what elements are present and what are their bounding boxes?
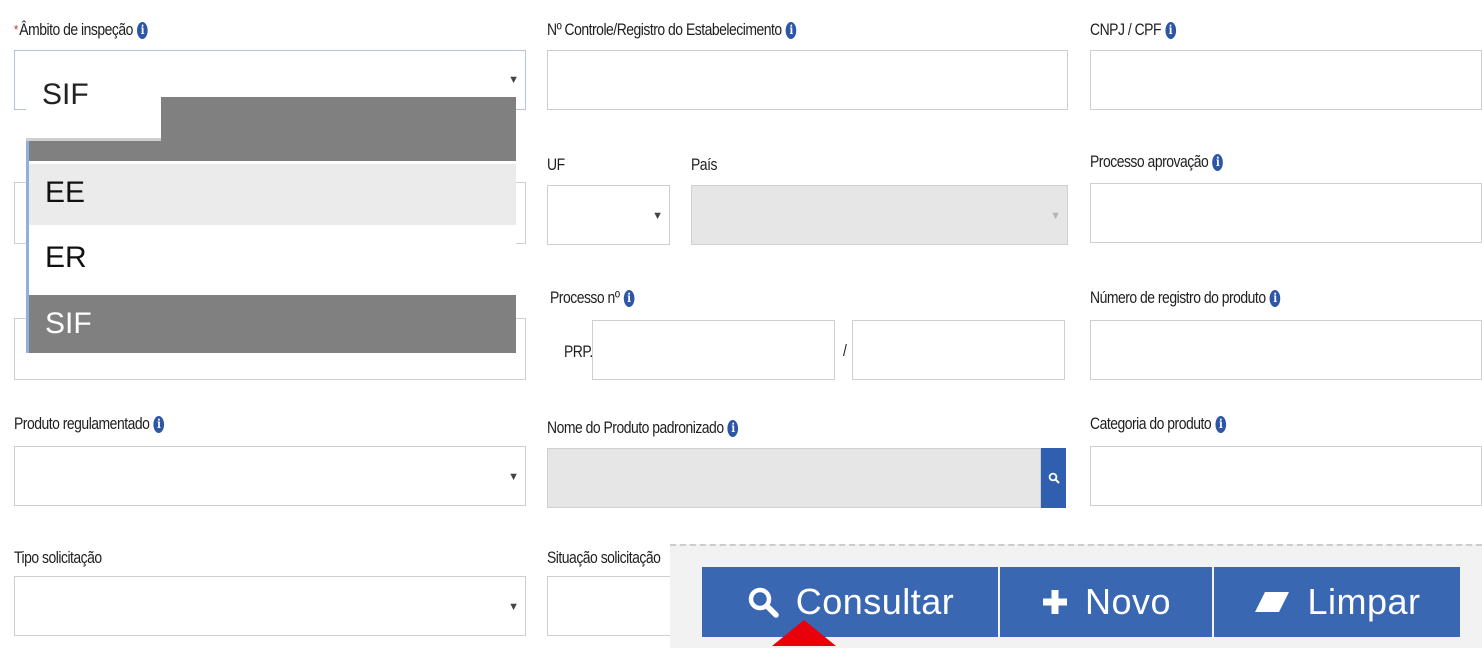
- controle-input[interactable]: [547, 50, 1068, 110]
- numero-registro-input[interactable]: [1090, 320, 1482, 380]
- eraser-icon: [1253, 590, 1291, 614]
- processo-aprovacao-label: Processo aprovação i: [1090, 152, 1223, 172]
- info-circle-icon[interactable]: i: [623, 290, 635, 308]
- novo-label: Novo: [1084, 581, 1172, 622]
- dropdown-option-ee-text: EE: [45, 176, 86, 209]
- pais-select[interactable]: ▼: [691, 185, 1068, 245]
- ambito-label-text: Âmbito de inspeção: [19, 20, 133, 39]
- info-circle-icon[interactable]: i: [1215, 416, 1226, 434]
- processo-year-input[interactable]: [852, 320, 1065, 380]
- tipo-solicitacao-label-text: Tipo solicitação: [14, 548, 102, 567]
- nome-produto-input[interactable]: [547, 448, 1041, 508]
- numero-registro-label-text: Número de registro do produto: [1090, 288, 1266, 307]
- processo-number-input[interactable]: [592, 320, 835, 380]
- consultar-label: Consultar: [795, 581, 955, 622]
- nome-produto-label-text: Nome do Produto padronizado: [547, 418, 724, 437]
- situacao-solicitacao-label-text: Situação solicitação: [547, 548, 661, 567]
- numero-registro-label: Número de registro do produto i: [1090, 288, 1281, 308]
- required-marker: *: [14, 22, 18, 37]
- novo-button[interactable]: Novo: [1000, 567, 1212, 637]
- dropdown-option-ee[interactable]: EE: [29, 164, 516, 225]
- uf-select[interactable]: ▼: [547, 185, 670, 245]
- cnpj-label: CNPJ / CPF i: [1090, 20, 1176, 40]
- nome-produto-label: Nome do Produto padronizado i: [547, 418, 739, 438]
- nome-produto-search-button[interactable]: [1041, 448, 1066, 508]
- categoria-input[interactable]: [1090, 446, 1482, 506]
- info-circle-icon[interactable]: i: [785, 22, 797, 40]
- controle-label: Nº Controle/Registro do Estabelecimento i: [547, 20, 797, 40]
- plus-icon: [1041, 588, 1069, 616]
- pais-label: País: [691, 155, 717, 175]
- dropdown-option-sif-text: SIF: [45, 307, 92, 340]
- processo-prefix: PRP.: [564, 342, 593, 361]
- produto-regulamentado-label-text: Produto regulamentado: [14, 414, 150, 433]
- limpar-label: Limpar: [1307, 581, 1421, 622]
- ambito-selected-overlay[interactable]: SIF: [26, 52, 161, 141]
- search-icon: [1048, 472, 1060, 484]
- situacao-solicitacao-select[interactable]: [547, 576, 687, 636]
- cnpj-label-text: CNPJ / CPF: [1090, 20, 1161, 39]
- chevron-down-icon: ▼: [652, 210, 663, 222]
- processo-aprovacao-label-text: Processo aprovação: [1090, 152, 1209, 171]
- tipo-solicitacao-label: Tipo solicitação: [14, 548, 102, 568]
- dropdown-option-er-text: ER: [45, 241, 87, 274]
- uf-label: UF: [547, 155, 565, 175]
- info-circle-icon[interactable]: i: [1165, 22, 1176, 40]
- info-circle-icon[interactable]: i: [1269, 290, 1281, 308]
- chevron-down-icon: ▼: [508, 471, 519, 483]
- cnpj-input[interactable]: [1090, 50, 1482, 110]
- ambito-label: *Âmbito de inspeção i: [14, 20, 148, 40]
- processo-separator: /: [843, 341, 847, 360]
- categoria-label-text: Categoria do produto: [1090, 414, 1212, 433]
- chevron-down-icon: ▼: [508, 601, 519, 613]
- chevron-down-icon: ▼: [1050, 210, 1061, 222]
- produto-regulamentado-label: Produto regulamentado i: [14, 414, 165, 434]
- controle-label-text: Nº Controle/Registro do Estabelecimento: [547, 20, 782, 39]
- info-circle-icon[interactable]: i: [727, 420, 739, 438]
- processo-label: Processo nº i: [550, 288, 635, 308]
- tipo-solicitacao-select[interactable]: ▼: [14, 576, 526, 636]
- info-circle-icon[interactable]: i: [136, 22, 148, 40]
- dropdown-option-sif[interactable]: SIF: [29, 295, 516, 353]
- processo-label-text: Processo nº: [550, 288, 620, 307]
- uf-label-text: UF: [547, 155, 565, 174]
- dropdown-option-er[interactable]: ER: [29, 225, 516, 295]
- info-circle-icon[interactable]: i: [153, 416, 165, 434]
- situacao-solicitacao-label: Situação solicitação: [547, 548, 661, 568]
- categoria-label: Categoria do produto i: [1090, 414, 1226, 434]
- chevron-down-icon: ▼: [508, 74, 519, 86]
- limpar-button[interactable]: Limpar: [1214, 567, 1460, 637]
- annotation-arrow-icon: [772, 620, 836, 646]
- info-circle-icon[interactable]: i: [1212, 154, 1223, 172]
- search-icon: [746, 585, 780, 619]
- processo-aprovacao-input[interactable]: [1090, 183, 1482, 243]
- pais-label-text: País: [691, 155, 717, 174]
- produto-regulamentado-select[interactable]: ▼: [14, 446, 526, 506]
- consultar-button[interactable]: Consultar: [702, 567, 998, 637]
- ambito-overlay-text: SIF: [42, 78, 89, 111]
